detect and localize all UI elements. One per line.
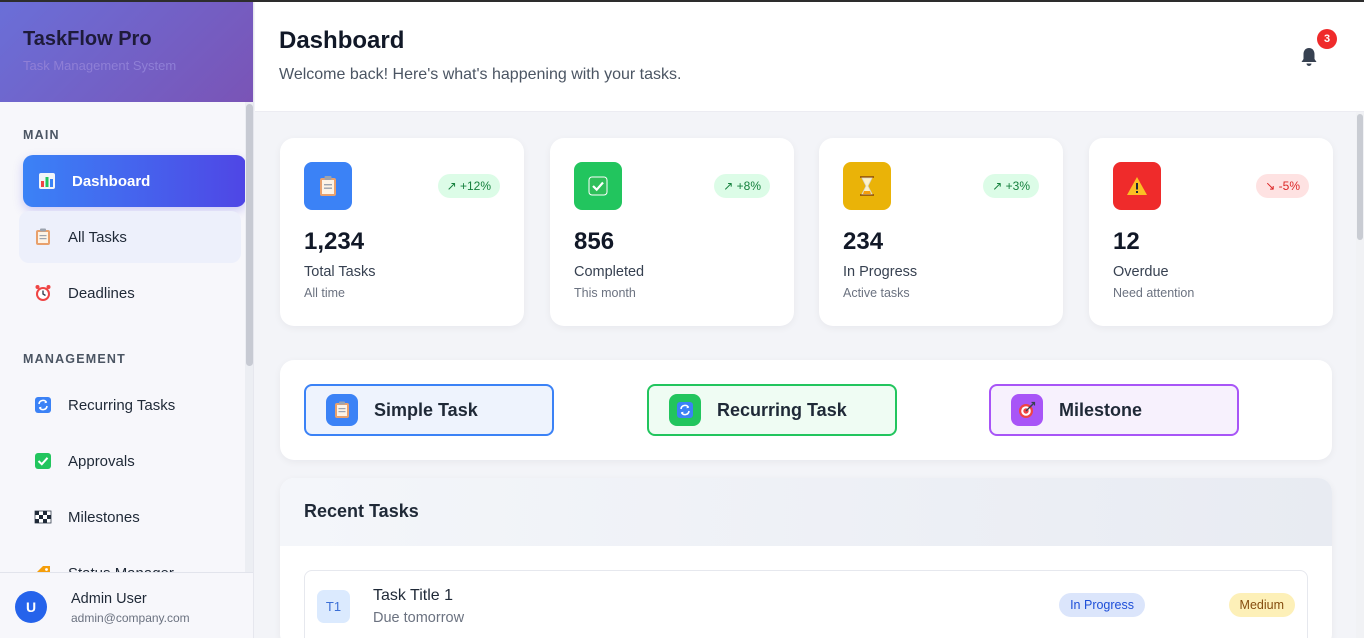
user-email: admin@company.com [71,611,190,625]
sidebar-item-approvals[interactable]: Approvals [19,435,241,487]
task-type-label: Milestone [1059,399,1143,420]
app-subtitle: Task Management System [23,58,177,73]
sidebar-item-deadlines[interactable]: Deadlines [19,267,241,319]
sidebar: TaskFlow Pro Task Management System MAIN… [0,0,254,638]
status-badge: In Progress [1059,593,1145,617]
window-top-border [0,0,1364,2]
sidebar-item-label: Deadlines [68,284,135,302]
section-label-management: MANAGEMENT [23,352,126,366]
trend-badge: ↗ +12% [437,174,500,198]
repeat-icon [669,394,701,426]
notification-badge: 3 [1317,29,1337,49]
hourglass-icon [843,162,891,210]
checkered-flag-icon [34,508,52,526]
priority-badge: Medium [1228,593,1295,617]
clipboard-icon [326,394,358,426]
stat-sublabel: This month [574,286,636,300]
clipboard-icon [304,162,352,210]
recurring-task-button[interactable]: Recurring Task [647,384,897,436]
page-title: Dashboard [279,27,405,54]
stat-sublabel: All time [304,286,345,300]
stat-label: Overdue [1113,264,1169,280]
sidebar-item-recurring-tasks[interactable]: Recurring Tasks [19,379,241,431]
user-name: Admin User [71,591,147,607]
chart-icon [38,172,56,190]
sidebar-item-milestones[interactable]: Milestones [19,491,241,543]
target-icon [1011,394,1043,426]
milestone-button[interactable]: Milestone [989,384,1239,436]
bell-icon[interactable] [1298,46,1320,68]
stat-card-completed: ↗ +8% 856 Completed This month [550,138,794,326]
app-title: TaskFlow Pro [23,28,152,50]
trend-badge: ↗ +3% [983,174,1039,198]
recent-tasks-panel: Recent Tasks T1 Task Title 1 Due tomorro… [280,478,1332,638]
task-id-badge: T1 [317,590,350,623]
stat-value: 234 [843,228,884,255]
table-row[interactable]: T1 Task Title 1 Due tomorrow In Progress… [304,570,1308,638]
clipboard-icon [34,228,52,246]
sidebar-scrollbar-thumb[interactable] [246,104,253,366]
alarm-clock-icon [34,284,52,302]
sidebar-item-label: All Tasks [68,228,127,246]
sidebar-item-all-tasks[interactable]: All Tasks [19,211,241,263]
page-subtitle: Welcome back! Here's what's happening wi… [279,66,682,83]
warning-icon [1113,162,1161,210]
sidebar-item-label: Dashboard [72,172,151,190]
brand-header: TaskFlow Pro Task Management System [0,0,253,102]
task-title: Task Title 1 [373,587,454,604]
check-icon [574,162,622,210]
stat-card-in-progress: ↗ +3% 234 In Progress Active tasks [819,138,1063,326]
main-scrollbar-thumb[interactable] [1357,114,1363,240]
trend-badge: ↗ +8% [714,174,770,198]
trend-badge: ↘ -5% [1256,174,1309,198]
task-type-label: Simple Task [374,399,478,420]
stat-label: Completed [574,264,645,280]
stat-sublabel: Active tasks [843,286,910,300]
avatar: U [15,591,47,623]
stat-value: 1,234 [304,228,365,255]
check-box-icon [34,452,52,470]
user-profile[interactable]: U Admin User admin@company.com [0,572,253,638]
stat-value: 856 [574,228,615,255]
recent-tasks-title: Recent Tasks [280,478,1332,546]
task-due: Due tomorrow [373,610,465,626]
simple-task-button[interactable]: Simple Task [304,384,554,436]
sidebar-item-dashboard[interactable]: Dashboard [23,155,246,207]
page-header: Dashboard Welcome back! Here's what's ha… [255,2,1364,112]
stat-card-overdue: ↘ -5% 12 Overdue Need attention [1089,138,1333,326]
stat-value: 12 [1113,228,1140,255]
section-label-main: MAIN [23,128,60,142]
task-type-label: Recurring Task [717,399,847,420]
sidebar-item-label: Approvals [68,452,135,470]
stat-sublabel: Need attention [1113,286,1195,300]
sidebar-item-label: Recurring Tasks [68,396,176,414]
stat-label: In Progress [843,264,918,280]
task-type-panel: Simple Task Recurring Task Milestone [280,360,1332,460]
sidebar-item-label: Milestones [68,508,140,526]
repeat-icon [34,396,52,414]
stat-label: Total Tasks [304,264,376,280]
stat-card-total-tasks: ↗ +12% 1,234 Total Tasks All time [280,138,524,326]
